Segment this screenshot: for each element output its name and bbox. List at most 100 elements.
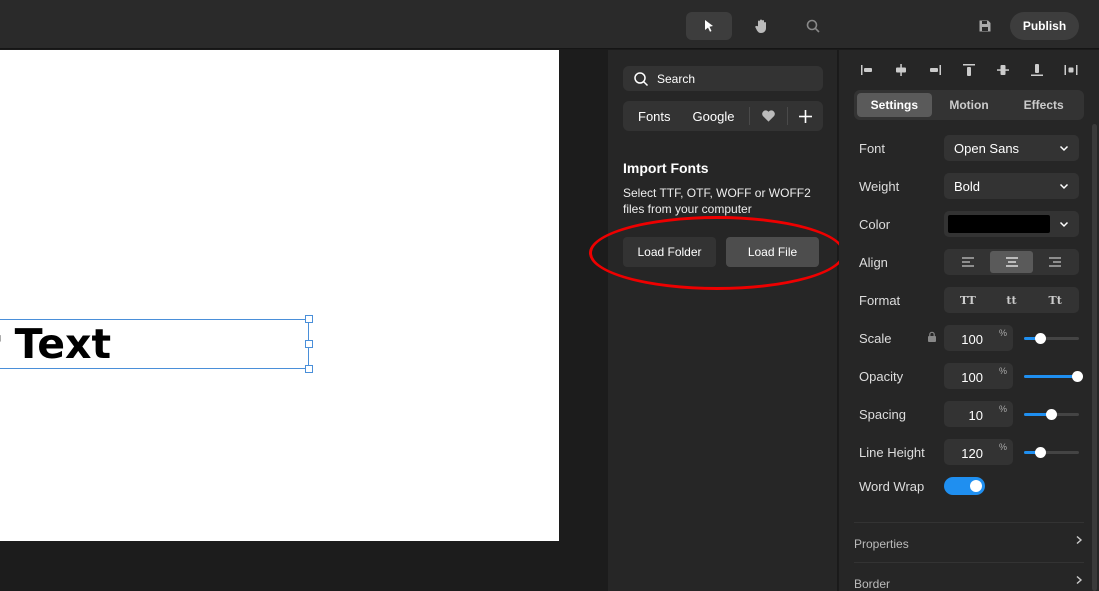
search-icon [806,19,820,33]
text-align-group [944,249,1079,275]
text-layer-content[interactable]: ur Text [0,320,111,368]
scale-slider[interactable] [1024,333,1079,344]
format-label: Format [859,293,901,308]
load-file-button[interactable]: Load File [726,237,819,267]
tab-effects[interactable]: Effects [1006,93,1081,117]
line-height-unit: % [998,442,1007,452]
color-picker[interactable] [944,211,1079,237]
layer-align-toolbar [859,60,1079,80]
search-icon [634,71,649,86]
titlecase-button[interactable]: Tt [1033,289,1077,311]
font-weight-dropdown[interactable]: Bold [944,173,1079,199]
section-label: Properties [854,537,909,551]
opacity-input[interactable]: 100 % [944,363,1013,389]
opacity-unit: % [998,366,1007,376]
tab-motion[interactable]: Motion [932,93,1007,117]
weight-label: Weight [859,179,900,194]
spacing-slider-handle[interactable] [1046,409,1057,420]
tab-settings[interactable]: Settings [857,93,932,117]
opacity-row: Opacity 100 % [859,363,1083,389]
distribute-horizontal-icon[interactable] [1063,62,1079,78]
line-height-slider-handle[interactable] [1035,447,1046,458]
panel-scrollbar[interactable] [1092,124,1097,591]
artboard[interactable]: ur Text [0,50,559,541]
scale-unit: % [998,328,1007,338]
word-wrap-row: Word Wrap [859,473,1079,499]
spacing-label: Spacing [859,407,906,422]
chevron-right-icon [1076,535,1083,545]
line-height-row: Line Height 120 % [859,439,1079,465]
text-align-center-button[interactable] [989,251,1034,273]
align-right-icon[interactable] [927,62,943,78]
font-search-input[interactable] [657,71,807,86]
properties-section[interactable]: Properties [854,522,1084,562]
opacity-label: Opacity [859,369,904,384]
align-bottom-icon[interactable] [1029,62,1045,78]
align-vertical-center-icon[interactable] [995,62,1011,78]
hand-tool-button[interactable] [738,12,784,40]
text-align-right-button[interactable] [1033,251,1077,273]
tab-google[interactable]: Google [671,109,750,124]
chevron-down-icon [1059,145,1069,152]
tab-favorites[interactable] [750,109,787,123]
chevron-down-icon [1059,221,1069,228]
scale-input[interactable]: 100 % [944,325,1013,351]
line-height-input[interactable]: 120 % [944,439,1013,465]
plus-icon [799,109,813,123]
scale-slider-handle[interactable] [1035,333,1046,344]
spacing-unit: % [998,404,1007,414]
tab-fonts[interactable]: Fonts [623,109,671,124]
opacity-slider[interactable] [1024,371,1083,382]
properties-panel: Settings Motion Effects Font Open Sans W… [839,50,1099,591]
resize-handle-bottom-right[interactable] [305,365,313,373]
resize-handle-top-right[interactable] [305,315,313,323]
chevron-right-icon [1076,575,1083,585]
scale-value: 100 [961,332,983,347]
font-family-dropdown[interactable]: Open Sans [944,135,1079,161]
publish-button[interactable]: Publish [1010,12,1079,40]
word-wrap-label: Word Wrap [859,479,925,494]
save-icon [979,20,991,32]
line-height-slider[interactable] [1024,447,1079,458]
opacity-value: 100 [961,370,983,385]
select-tool-button[interactable] [686,12,732,40]
align-top-icon[interactable] [961,62,977,78]
font-search-box[interactable] [623,66,823,91]
line-height-value: 120 [961,446,983,461]
weight-row: Weight Bold [859,173,1079,199]
font-weight-value: Bold [954,179,981,194]
selected-text-layer[interactable]: ur Text [0,315,313,373]
scale-label: Scale [859,331,892,346]
text-align-left-button[interactable] [946,251,990,273]
opacity-slider-handle[interactable] [1072,371,1083,382]
border-section[interactable]: Border [854,562,1084,591]
editor-app: Publish ur Text Fonts Google I [0,0,1099,591]
scale-row: Scale 100 % [859,325,1079,351]
zoom-tool-button[interactable] [790,12,836,40]
spacing-slider[interactable] [1024,409,1079,420]
lowercase-button[interactable]: tt [990,289,1034,311]
chevron-down-icon [1059,183,1069,190]
align-horizontal-center-icon[interactable] [893,62,909,78]
hand-icon [755,19,766,33]
save-button[interactable] [962,12,1008,40]
line-height-label: Line Height [859,445,925,460]
opacity-slider-fill [1024,375,1079,378]
font-family-value: Open Sans [954,141,1020,156]
heart-icon [762,110,776,122]
load-folder-button[interactable]: Load Folder [623,237,716,267]
add-font-button[interactable] [788,109,823,124]
align-left-icon[interactable] [859,62,875,78]
import-fonts-title: Import Fonts [623,160,709,176]
resize-handle-right[interactable] [305,340,313,348]
text-align-row: Align [859,249,1079,275]
color-swatch[interactable] [948,215,1050,233]
word-wrap-toggle[interactable] [944,477,985,495]
uppercase-button[interactable]: TT [946,289,990,311]
lock-icon[interactable] [927,331,937,343]
top-toolbar: Publish [0,0,1099,49]
spacing-input[interactable]: 10 % [944,401,1013,427]
text-align-right-icon [1049,257,1062,267]
properties-tabs: Settings Motion Effects [854,90,1084,120]
toggle-knob [970,480,982,492]
